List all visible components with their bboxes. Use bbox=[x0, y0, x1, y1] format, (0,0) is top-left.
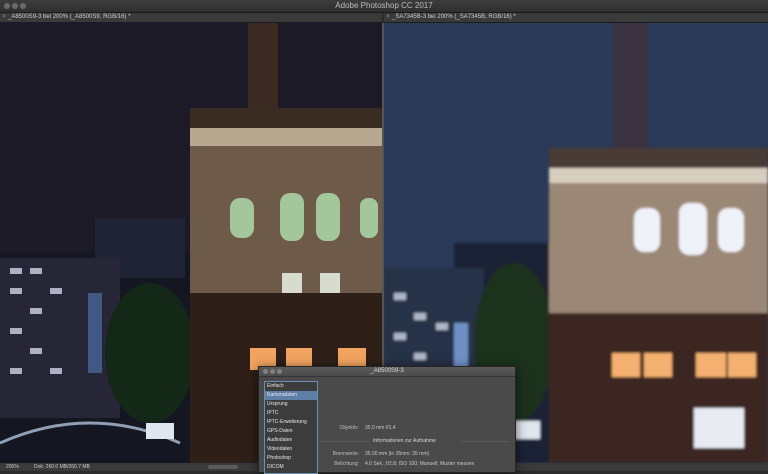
tab-label-left: _A8500S9-3 bei 200% (_A8500S9, RGB/16) * bbox=[8, 14, 131, 20]
lens-value[interactable]: 35.0 mm f/1.4 bbox=[365, 425, 396, 431]
dialog-title: _A8500S9-3 bbox=[370, 368, 404, 374]
dialog-close-button[interactable] bbox=[263, 369, 268, 374]
section-divider-right bbox=[461, 441, 509, 442]
document-size: Dok: 260.0 MB/260.7 MB bbox=[34, 464, 90, 470]
exposure-value[interactable]: 4.0 Sek.; f/2.8; ISO 100; Manuell; Muste… bbox=[365, 461, 474, 467]
window-title-bar: Adobe Photoshop CC 2017 bbox=[0, 0, 768, 13]
document-tab-left[interactable]: × _A8500S9-3 bei 200% (_A8500S9, RGB/16) … bbox=[0, 13, 382, 23]
dialog-zoom-button[interactable] bbox=[277, 369, 282, 374]
zoom-level[interactable]: 200% bbox=[6, 463, 19, 471]
lens-label: Objektiv: bbox=[339, 425, 359, 431]
document-tab-right[interactable]: × _SA7345B-3 bei 200% (_SA7345B, RGB/16) … bbox=[384, 13, 768, 23]
category-item[interactable]: IPTC-Erweiterung bbox=[265, 418, 317, 427]
category-item[interactable]: GPS-Daten bbox=[265, 427, 317, 436]
category-item[interactable]: Videodaten bbox=[265, 445, 317, 454]
category-item[interactable]: Einfach bbox=[265, 382, 317, 391]
app-title: Adobe Photoshop CC 2017 bbox=[335, 1, 433, 10]
exposure-label: Belichtung: bbox=[334, 461, 359, 467]
exposure-row: Belichtung: 4.0 Sek.; f/2.8; ISO 100; Man… bbox=[321, 461, 474, 467]
section-divider-left bbox=[321, 441, 369, 442]
focal-length-value[interactable]: 35.00 mm (in 35mm: 35 mm) bbox=[365, 451, 429, 457]
focal-length-label: Brennweite: bbox=[332, 451, 359, 457]
dialog-minimize-button[interactable] bbox=[270, 369, 275, 374]
category-item[interactable]: IPTC bbox=[265, 409, 317, 418]
lens-row: Objektiv: 35.0 mm f/1.4 bbox=[321, 425, 396, 431]
dialog-title-bar: _A8500S9-3 bbox=[259, 367, 515, 377]
focal-length-row: Brennweite: 35.00 mm (in 35mm: 35 mm) bbox=[321, 451, 430, 457]
category-item[interactable]: Ursprung bbox=[265, 400, 317, 409]
section-heading: Informationen zur Aufnahme bbox=[373, 438, 436, 444]
file-info-dialog: _A8500S9-3 Einfach Kameradaten Ursprung … bbox=[258, 366, 516, 474]
close-tab-icon[interactable]: × bbox=[0, 13, 8, 22]
close-tab-icon[interactable]: × bbox=[384, 13, 392, 22]
category-list: Einfach Kameradaten Ursprung IPTC IPTC-E… bbox=[264, 381, 318, 474]
category-item[interactable]: Audiodaten bbox=[265, 436, 317, 445]
camera-data-panel: Objektiv: 35.0 mm f/1.4 Informationen zur… bbox=[321, 381, 511, 471]
tab-label-right: _SA7345B-3 bei 200% (_SA7345B, RGB/16) * bbox=[392, 14, 516, 20]
horizontal-scrollbar[interactable] bbox=[208, 465, 238, 469]
category-item[interactable]: Photoshop bbox=[265, 454, 317, 463]
category-item-selected[interactable]: Kameradaten bbox=[265, 391, 317, 400]
